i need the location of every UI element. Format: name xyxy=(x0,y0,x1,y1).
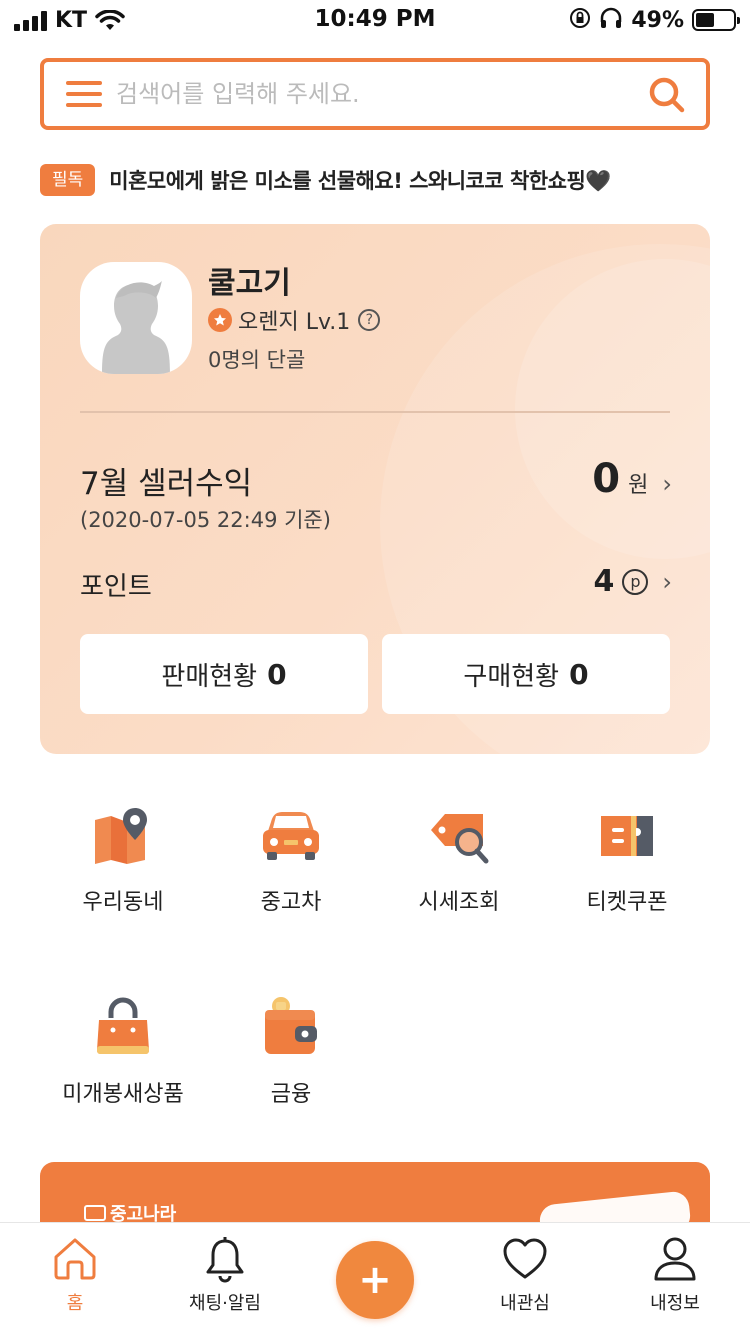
sales-status-count: 0 xyxy=(267,657,287,691)
plus-icon: + xyxy=(358,1257,392,1303)
wallet-icon xyxy=(259,996,323,1060)
earnings-link[interactable]: 0 원 › xyxy=(592,456,672,502)
purchase-status-button[interactable]: 구매현황 0 xyxy=(382,634,670,714)
earnings-value: 0 xyxy=(592,456,621,502)
price-tag-search-icon xyxy=(427,804,491,868)
point-label: 포인트 xyxy=(80,572,152,602)
point-value: 4 xyxy=(593,564,615,599)
purchase-status-label: 구매현황 xyxy=(463,661,560,692)
menu-item-label: 금융 xyxy=(270,1082,312,1107)
nav-chat-label: 채팅·알림 xyxy=(189,1293,261,1314)
heart-icon xyxy=(501,1235,549,1283)
star-badge-icon xyxy=(208,308,232,332)
help-icon[interactable]: ? xyxy=(358,309,381,331)
menu-item-ticket-coupon[interactable]: 티켓쿠폰 xyxy=(542,804,712,916)
earnings-unit: 원 xyxy=(628,473,649,498)
battery-percent: 49% xyxy=(631,7,684,33)
ticket-icon xyxy=(595,804,659,868)
add-listing-button[interactable]: + xyxy=(336,1241,414,1319)
sales-status-button[interactable]: 판매현황 0 xyxy=(80,634,368,714)
nickname: 쿨고기 xyxy=(208,266,291,301)
notice-banner[interactable]: 필독 미혼모에게 밝은 미소를 선물해요! 스와니코코 착한쇼핑🖤 xyxy=(40,164,611,196)
notice-text[interactable]: 미혼모에게 밝은 미소를 선물해요! 스와니코코 착한쇼핑🖤 xyxy=(109,165,611,195)
sales-status-label: 판매현황 xyxy=(161,661,258,692)
bell-icon xyxy=(201,1235,249,1283)
point-link[interactable]: 4 p › xyxy=(594,564,672,599)
chevron-right-icon: › xyxy=(662,567,672,596)
nav-wishlist[interactable]: 내관심 xyxy=(450,1235,600,1315)
purchase-status-count: 0 xyxy=(569,657,589,691)
menu-item-used-car[interactable]: 중고차 xyxy=(206,804,376,916)
menu-item-label: 중고차 xyxy=(260,890,322,915)
search-icon[interactable] xyxy=(648,76,686,114)
search-input[interactable] xyxy=(116,72,636,116)
earnings-label: 7월 셀러수익 xyxy=(80,466,253,502)
grade-row: 오렌지 Lv.1 ? xyxy=(208,304,381,336)
menu-item-label: 시세조회 xyxy=(418,890,500,915)
regulars-count: 0명의 단골 xyxy=(208,348,306,372)
search-bar xyxy=(40,58,710,130)
grade-label: 오렌지 Lv.1 xyxy=(238,310,351,335)
hamburger-menu-icon[interactable] xyxy=(66,79,102,109)
menu-item-neighborhood[interactable]: 우리동네 xyxy=(38,804,208,916)
bottom-nav: 홈 채팅·알림 + 내관심 내정보 xyxy=(0,1222,750,1334)
notice-badge: 필독 xyxy=(40,164,96,196)
menu-item-finance[interactable]: 금융 xyxy=(206,996,376,1108)
headphones-icon xyxy=(599,7,623,33)
nav-wishlist-label: 내관심 xyxy=(500,1293,550,1314)
menu-item-label: 티켓쿠폰 xyxy=(586,890,668,915)
user-icon xyxy=(651,1235,699,1283)
menu-item-price-check[interactable]: 시세조회 xyxy=(374,804,544,916)
profile-card: 쿨고기 오렌지 Lv.1 ? 0명의 단골 7월 셀러수익 (2020-07-0… xyxy=(40,224,710,754)
home-icon xyxy=(51,1235,99,1283)
nav-home-label: 홈 xyxy=(66,1293,84,1314)
status-bar: KT 10:49 PM 49% xyxy=(0,0,750,40)
rotation-lock-icon xyxy=(569,7,591,33)
battery-icon xyxy=(692,9,740,31)
chevron-right-icon: › xyxy=(662,470,672,498)
default-avatar-icon xyxy=(102,280,170,374)
earnings-date: (2020-07-05 22:49 기준) xyxy=(80,508,331,532)
nav-home[interactable]: 홈 xyxy=(0,1235,150,1315)
menu-item-new-unopened[interactable]: 미개봉새상품 xyxy=(38,996,208,1108)
nav-my-info[interactable]: 내정보 xyxy=(600,1235,750,1315)
car-icon xyxy=(259,804,323,868)
map-pin-icon xyxy=(91,804,155,868)
point-icon: p xyxy=(622,568,649,595)
shopping-bag-icon xyxy=(91,996,155,1060)
chat-bubble-icon xyxy=(84,1205,106,1221)
avatar[interactable] xyxy=(80,262,192,374)
nav-chat-alerts[interactable]: 채팅·알림 xyxy=(150,1235,300,1315)
menu-item-label: 우리동네 xyxy=(82,890,164,915)
nav-myinfo-label: 내정보 xyxy=(650,1293,700,1314)
status-right: 49% xyxy=(569,7,740,33)
divider xyxy=(80,411,670,413)
menu-item-label: 미개봉새상품 xyxy=(62,1082,184,1107)
